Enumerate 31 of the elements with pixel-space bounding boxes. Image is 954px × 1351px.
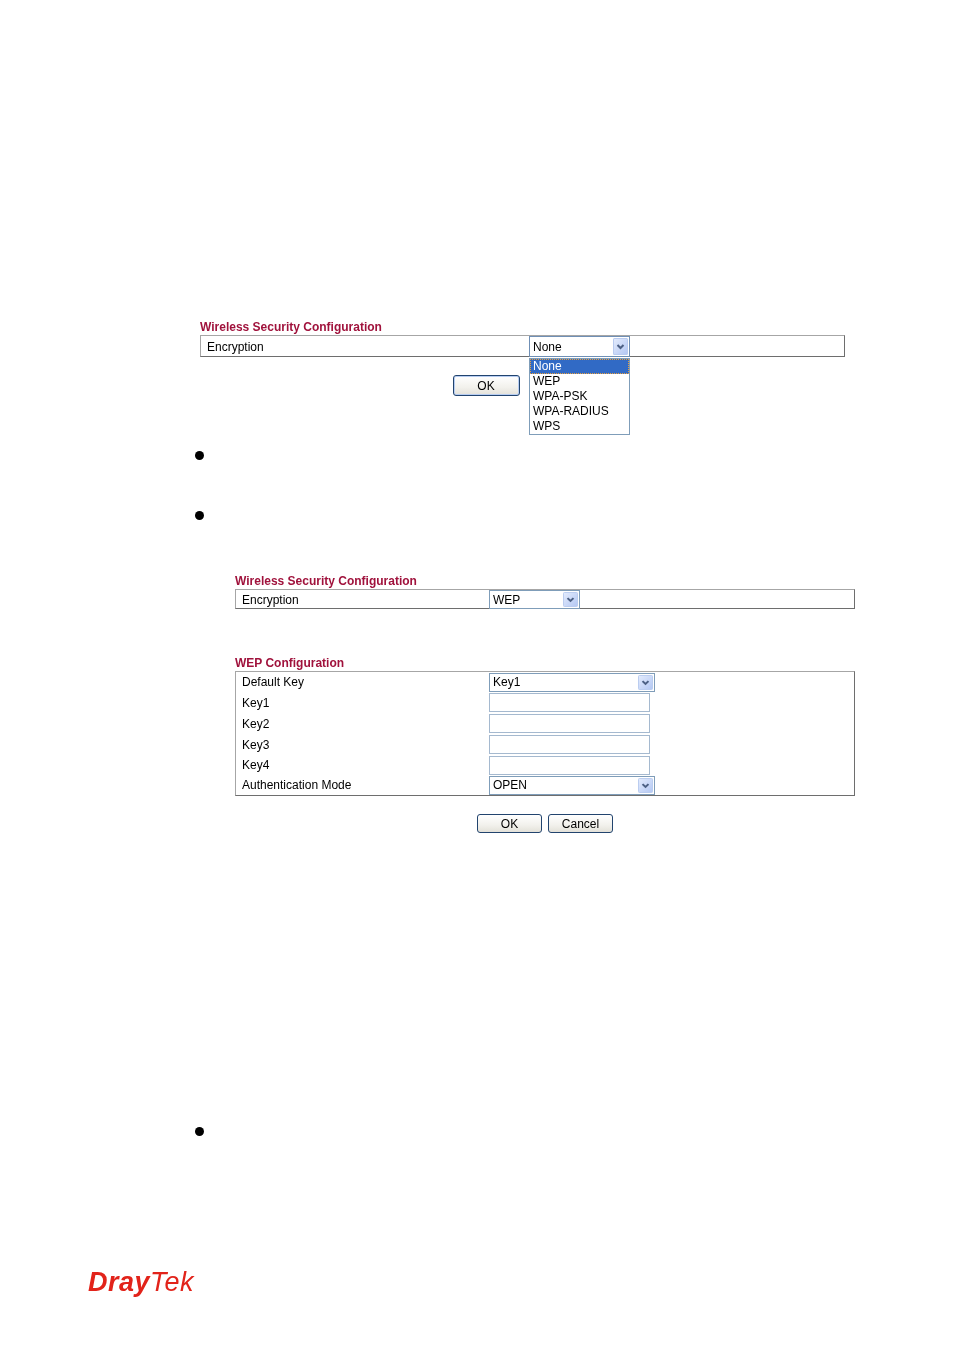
- chevron-down-icon[interactable]: [613, 338, 628, 355]
- field-label: Encryption: [207, 339, 264, 354]
- field-label: Key2: [242, 716, 270, 731]
- ok-button[interactable]: OK: [452, 375, 520, 396]
- section-title: Wireless Security Configuration: [235, 574, 417, 589]
- input-field[interactable]: [489, 735, 650, 754]
- bullet-icon: [195, 1127, 204, 1136]
- brand-logo: DrayTek: [88, 1266, 195, 1299]
- field-label: Key4: [242, 758, 270, 772]
- dropdown[interactable]: Key1: [489, 672, 655, 692]
- chevron-down-icon[interactable]: [638, 777, 653, 793]
- field-label: Encryption: [242, 592, 299, 607]
- dropdown[interactable]: None: [529, 336, 630, 357]
- bullet-icon: [195, 451, 204, 460]
- cancel-button[interactable]: Cancel: [548, 814, 613, 833]
- dropdown[interactable]: OPEN: [489, 775, 655, 795]
- field-label: Key1: [242, 695, 270, 710]
- field-label: Key3: [242, 737, 270, 752]
- dropdown[interactable]: WEP: [489, 590, 580, 609]
- dropdown-option[interactable]: None: [530, 359, 629, 374]
- chevron-down-icon[interactable]: [638, 674, 653, 690]
- ok-button[interactable]: OK: [477, 814, 542, 833]
- field-label: Default Key: [242, 675, 305, 689]
- input-field[interactable]: [489, 714, 650, 733]
- field-label: Authentication Mode: [242, 778, 352, 792]
- input-field[interactable]: [489, 693, 650, 712]
- chevron-down-icon[interactable]: [563, 592, 578, 607]
- input-field[interactable]: [489, 755, 650, 775]
- bullet-icon: [195, 511, 204, 520]
- section-title: WEP Configuration: [235, 656, 345, 671]
- section-title: Wireless Security Configuration: [200, 320, 382, 335]
